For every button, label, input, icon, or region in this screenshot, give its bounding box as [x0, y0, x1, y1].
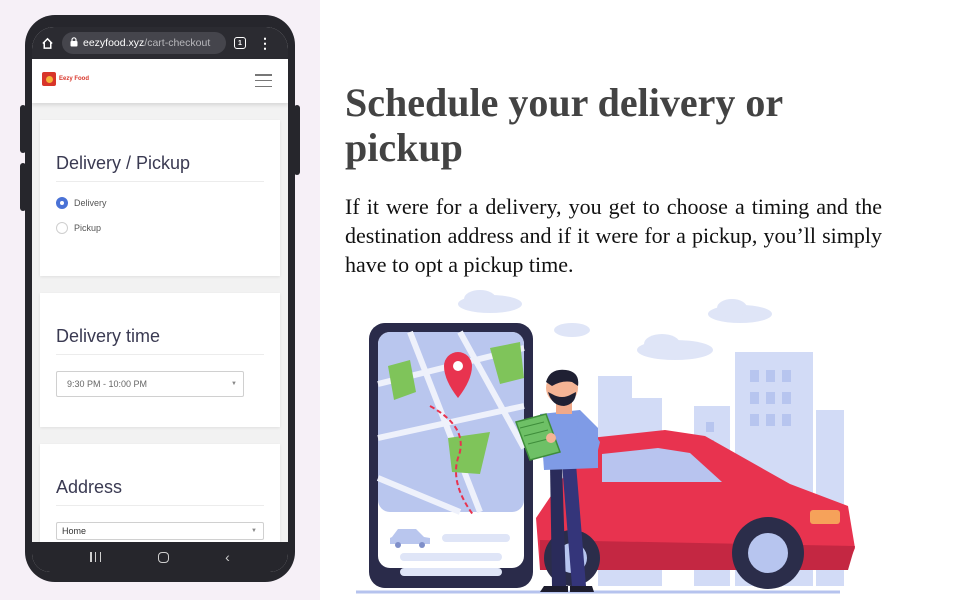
- logo-text: Eezy Food: [59, 76, 90, 82]
- delivery-radio-option[interactable]: Delivery: [56, 197, 107, 209]
- nav-home-icon[interactable]: [157, 551, 169, 563]
- select-value: 9:30 PM - 10:00 PM: [67, 379, 148, 389]
- phone-screen: eezyfood.xyz/cart-checkout 1 ⋮ Eezy Food…: [32, 27, 288, 572]
- phone-with-map: [369, 323, 533, 588]
- nav-back-icon[interactable]: ‹: [225, 550, 230, 564]
- option-label: Pickup: [74, 223, 102, 233]
- card-title: Delivery / Pickup: [56, 153, 191, 173]
- radio-unselected[interactable]: [56, 222, 68, 234]
- lock-icon: [70, 36, 78, 50]
- card-title: Address: [56, 477, 123, 497]
- delivery-time-card: Delivery time 9:30 PM - 10:00 PM ▼: [40, 293, 280, 427]
- delivery-time-select[interactable]: 9:30 PM - 10:00 PM ▼: [56, 371, 244, 397]
- android-nav-bar: ‹: [32, 542, 288, 572]
- tabs-icon[interactable]: 1: [234, 37, 246, 49]
- radio-selected[interactable]: [56, 197, 68, 209]
- hamburger-icon[interactable]: [255, 74, 272, 87]
- delivery-illustration: [356, 290, 855, 594]
- address-bar[interactable]: eezyfood.xyz/cart-checkout: [62, 32, 226, 54]
- divider: [56, 181, 264, 182]
- card-title: Delivery time: [56, 326, 161, 346]
- divider: [56, 354, 264, 355]
- eezyfood-logo[interactable]: Eezy Food: [42, 72, 89, 86]
- dropdown-caret-icon: ▼: [231, 381, 237, 387]
- delivery-pickup-card: Delivery / Pickup Delivery Pickup: [40, 120, 280, 276]
- home-icon[interactable]: [40, 36, 54, 50]
- divider: [56, 505, 264, 506]
- option-label: Delivery: [74, 198, 107, 208]
- url-domain: eezyfood.xyz: [83, 37, 145, 49]
- promo-description: If it were for a delivery, you get to ch…: [345, 194, 882, 277]
- browser-toolbar: eezyfood.xyz/cart-checkout 1 ⋮: [32, 27, 288, 59]
- kebab-icon[interactable]: ⋮: [258, 36, 272, 50]
- promo-headline: Schedule your delivery or pickup: [345, 80, 783, 170]
- phone-mockup: eezyfood.xyz/cart-checkout 1 ⋮ Eezy Food…: [25, 15, 295, 582]
- logo-icon: [42, 72, 56, 86]
- select-value: Home: [62, 526, 87, 536]
- app-header: Eezy Food: [32, 59, 288, 103]
- pickup-radio-option[interactable]: Pickup: [56, 222, 101, 234]
- recent-apps-icon[interactable]: [90, 552, 102, 562]
- address-select[interactable]: Home ▼: [56, 522, 264, 540]
- dropdown-caret-icon: ▼: [251, 528, 257, 534]
- address-card: Address Home ▼: [40, 444, 280, 554]
- url-path: /cart-checkout: [144, 37, 211, 49]
